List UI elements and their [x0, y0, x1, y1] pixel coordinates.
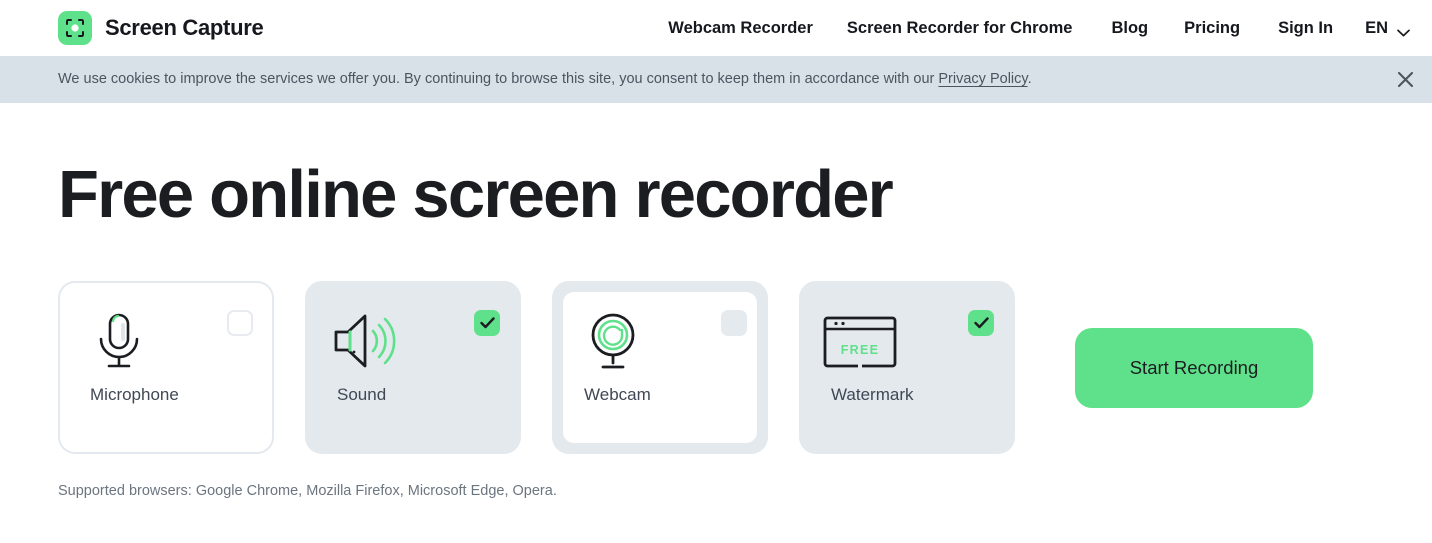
webcam-icon	[575, 306, 651, 376]
option-label-watermark: Watermark	[831, 385, 914, 405]
watermark-free-text: FREE	[841, 343, 880, 357]
option-card-sound[interactable]: Sound	[305, 281, 521, 455]
start-recording-button[interactable]: Start Recording	[1075, 327, 1313, 408]
option-label-microphone: Microphone	[90, 385, 179, 405]
checkbox-watermark[interactable]	[968, 310, 994, 337]
site-header: Screen Capture Webcam Recorder Screen Re…	[0, 0, 1432, 56]
option-label-sound: Sound	[337, 385, 387, 405]
nav-sign-in[interactable]: Sign In	[1278, 13, 1333, 44]
recording-options-row: Microphone Sound Webcam FREE Watermark S…	[58, 281, 1432, 455]
option-label-webcam: Webcam	[584, 385, 651, 405]
watermark-window-icon: FREE	[822, 306, 898, 376]
nav-webcam-recorder[interactable]: Webcam Recorder	[668, 13, 813, 44]
option-card-microphone[interactable]: Microphone	[58, 281, 274, 455]
cookie-text-after: .	[1027, 70, 1032, 87]
cookie-consent-text: We use cookies to improve the services w…	[58, 71, 1032, 88]
cookie-consent-banner: We use cookies to improve the services w…	[0, 56, 1432, 103]
supported-browsers-note: Supported browsers: Google Chrome, Mozil…	[58, 483, 557, 500]
option-card-watermark[interactable]: FREE Watermark	[799, 281, 1015, 455]
brand-logo-link[interactable]: Screen Capture	[58, 11, 264, 45]
nav-pricing[interactable]: Pricing	[1184, 13, 1240, 44]
nav-blog[interactable]: Blog	[1111, 13, 1148, 44]
privacy-policy-link[interactable]: Privacy Policy	[938, 71, 1027, 87]
cookie-text-before: We use cookies to improve the services w…	[58, 70, 939, 87]
option-card-webcam[interactable]: Webcam	[552, 281, 768, 455]
screen-capture-logo-icon	[58, 11, 92, 45]
page-title: Free online screen recorder	[58, 157, 894, 232]
chevron-down-icon	[1397, 24, 1410, 37]
language-label: EN	[1365, 18, 1388, 37]
checkbox-sound[interactable]	[474, 310, 500, 337]
main-navigation: Webcam Recorder Screen Recorder for Chro…	[668, 13, 1410, 44]
nav-screen-recorder-chrome[interactable]: Screen Recorder for Chrome	[847, 13, 1073, 44]
checkbox-webcam[interactable]	[721, 310, 747, 337]
option-card-webcam-inner: Webcam	[563, 292, 757, 444]
microphone-icon	[81, 306, 157, 376]
brand-name: Screen Capture	[105, 15, 264, 40]
close-icon[interactable]	[1390, 65, 1420, 95]
checkbox-microphone[interactable]	[227, 310, 253, 337]
speaker-icon	[328, 306, 404, 376]
language-selector[interactable]: EN	[1365, 13, 1410, 44]
